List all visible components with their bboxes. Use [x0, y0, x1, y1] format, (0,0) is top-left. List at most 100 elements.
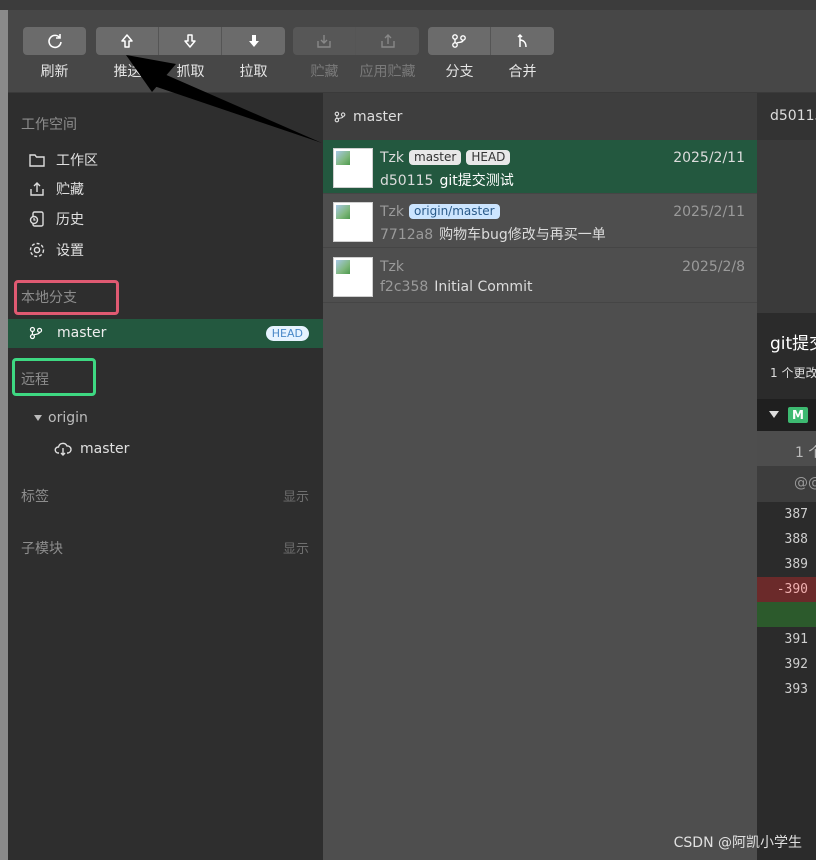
head-tag: HEAD: [466, 150, 511, 165]
commit-author: Tzk: [380, 150, 405, 166]
stash-icon: [30, 182, 44, 196]
commit-hash: f2c358: [380, 279, 429, 295]
commit-row[interactable]: Tzk 2025/2/8 f2c358 Initial Commit: [323, 249, 757, 303]
commit-message: Initial Commit: [434, 279, 533, 295]
hunk-header: @@: [757, 466, 816, 502]
remote-item-origin[interactable]: origin: [34, 406, 88, 430]
line-number: 389: [784, 557, 808, 572]
sidebar-item-settings[interactable]: 设置: [28, 238, 84, 262]
commit-author-line: Tzk origin/master: [380, 204, 500, 220]
stash-group: [293, 27, 419, 55]
line-number: 388: [784, 532, 808, 547]
fetch-button[interactable]: [159, 27, 222, 55]
commit-date: 2025/2/8: [682, 259, 745, 275]
commit-message: 购物车bug修改与再买一单: [439, 227, 606, 243]
pull-button[interactable]: [222, 27, 285, 55]
tags-title: 标签: [21, 489, 49, 505]
window-left-edge: [0, 10, 8, 860]
branch-label: 分支: [445, 64, 474, 80]
commit-author: Tzk: [380, 259, 405, 275]
chevron-down-icon: [34, 415, 42, 421]
avatar: [333, 202, 373, 242]
apply-stash-button[interactable]: [356, 27, 419, 55]
file-header[interactable]: M: [757, 399, 816, 431]
sidebar: 工作空间 工作区 贮藏 历史 设置 本地分支 master HEAD 远程 or…: [8, 93, 323, 860]
history-header: master: [323, 93, 757, 140]
file-status-badge: M: [788, 407, 808, 423]
tags-show-link[interactable]: 显示: [283, 486, 309, 505]
branch-item-master[interactable]: master HEAD: [8, 319, 323, 348]
hunk-info: 1 个: [757, 431, 816, 466]
cloud-download-icon: [54, 442, 72, 456]
commit-author-line: Tzk master HEAD: [380, 150, 511, 166]
avatar: [333, 148, 373, 188]
commit-message: git提交测试: [439, 173, 514, 189]
merge-icon: [516, 33, 527, 48]
apply-stash-icon: [380, 34, 395, 48]
branch-button[interactable]: [428, 27, 491, 55]
folder-icon: [29, 154, 45, 167]
line-number-deleted: -390: [757, 577, 816, 602]
fetch-icon: [184, 34, 196, 48]
watermark: CSDN @阿凯小学生: [673, 835, 802, 851]
push-icon: [121, 34, 133, 48]
history-panel: master Tzk master HEAD 2025/2/11 d50115 git…: [323, 93, 757, 860]
push-button[interactable]: [96, 27, 159, 55]
refresh-icon: [47, 34, 62, 49]
fetch-label: 抓取: [176, 64, 205, 80]
branch-group: [428, 27, 554, 55]
stash-icon: [317, 35, 331, 48]
gear-icon: [29, 242, 45, 258]
commit-hash: 7712a8: [380, 227, 434, 243]
line-number-added: [757, 602, 816, 627]
sidebar-item-stash[interactable]: 贮藏: [28, 177, 84, 201]
highlight-box-green: [12, 358, 96, 396]
commit-hash: d50115: [380, 173, 434, 189]
commit-date: 2025/2/11: [673, 150, 745, 166]
refresh-button[interactable]: [23, 27, 86, 55]
sidebar-item-history[interactable]: 历史: [28, 207, 84, 231]
line-number: 387: [784, 507, 808, 522]
apply-stash-label: 应用贮藏: [359, 64, 416, 80]
window-top-strip: [0, 0, 816, 10]
commit-detail-panel: d50115 git提交 1 个更改 M 1 个 @@ 387 388 389 …: [757, 93, 816, 860]
detail-hash: d50115: [757, 93, 816, 140]
avatar: [333, 257, 373, 297]
refresh-group: [23, 27, 86, 55]
branch-name: master: [57, 325, 107, 341]
detail-subtitle: 1 个更改: [770, 366, 816, 380]
commit-row[interactable]: Tzk origin/master 2025/2/11 7712a8 购物车bug修…: [323, 194, 757, 248]
sidebar-item-label: 工作区: [56, 153, 98, 169]
refresh-label: 刷新: [40, 64, 69, 80]
branch-icon: [334, 111, 346, 122]
commit-date: 2025/2/11: [673, 204, 745, 220]
stash-button[interactable]: [293, 27, 356, 55]
highlight-box-red: [14, 280, 119, 315]
commit-row[interactable]: Tzk master HEAD 2025/2/11 d50115 git提交测试: [323, 140, 757, 194]
workspace-title: 工作空间: [21, 117, 77, 133]
commit-summary: d50115 git提交测试: [380, 170, 514, 190]
line-number: 392: [784, 657, 808, 672]
merge-button[interactable]: [491, 27, 554, 55]
history-icon: [29, 211, 44, 227]
sidebar-item-worktree[interactable]: 工作区: [28, 148, 98, 172]
remote-branch-name: master: [80, 441, 130, 457]
sidebar-item-label: 历史: [56, 212, 84, 228]
commit-summary: f2c358 Initial Commit: [380, 279, 532, 295]
chevron-down-icon: [769, 411, 779, 418]
remote-name: origin: [48, 410, 88, 426]
sidebar-item-label: 贮藏: [56, 182, 84, 198]
remote-branch-master[interactable]: master: [54, 437, 129, 461]
remote-branch-tag: origin/master: [409, 204, 500, 219]
toolbar: 刷新 推送 抓取 拉取 贮藏 应用贮藏 分支 合并: [8, 10, 816, 93]
head-badge: HEAD: [265, 326, 309, 341]
merge-label: 合并: [508, 64, 537, 80]
stash-label: 贮藏: [310, 64, 339, 80]
branch-icon: [452, 34, 466, 48]
line-number: 391: [784, 632, 808, 647]
detail-info-area: [757, 140, 816, 313]
submodules-show-link[interactable]: 显示: [283, 538, 309, 557]
commit-summary: 7712a8 购物车bug修改与再买一单: [380, 224, 606, 244]
pull-label: 拉取: [239, 64, 268, 80]
pull-icon: [248, 35, 259, 47]
